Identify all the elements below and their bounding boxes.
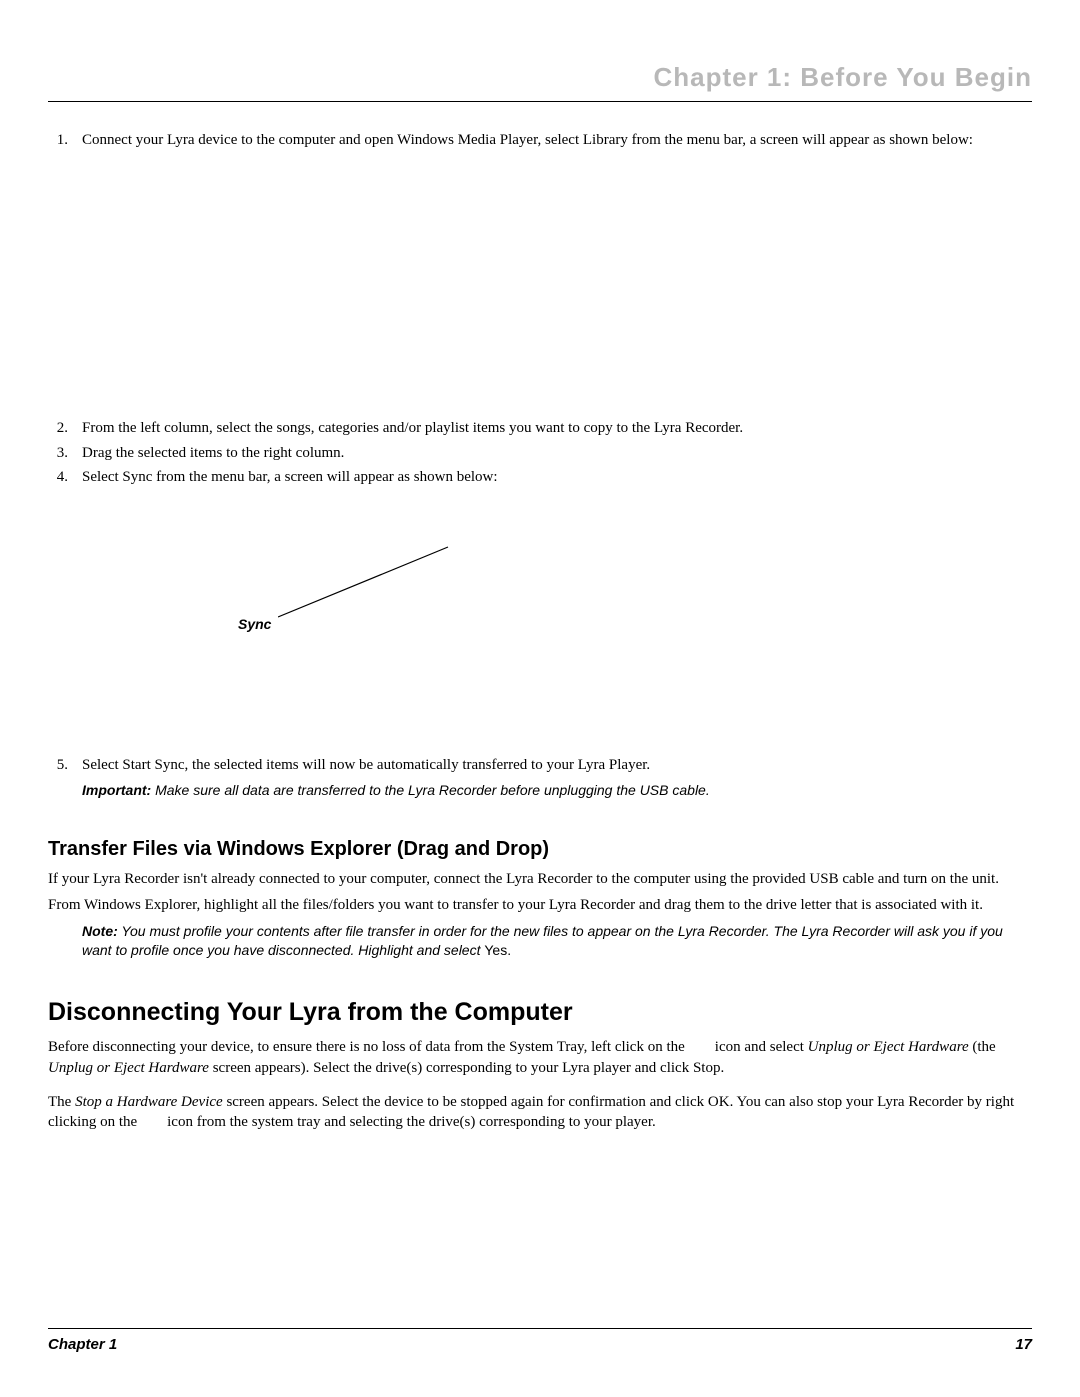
section-heading-transfer: Transfer Files via Windows Explorer (Dra… xyxy=(48,836,1032,863)
figure-placeholder xyxy=(48,154,1032,414)
list-item: 1. Connect your Lyra device to the compu… xyxy=(48,130,1032,150)
list-item: 5. Select Start Sync, the selected items… xyxy=(48,755,1032,775)
step-text: Select Start Sync, the selected items wi… xyxy=(82,755,1032,775)
text-run: screen appears). Select the drive(s) cor… xyxy=(209,1060,724,1076)
step-number: 1. xyxy=(48,130,68,150)
section-heading-disconnect: Disconnecting Your Lyra from the Compute… xyxy=(48,996,1032,1030)
important-label: Important: xyxy=(82,782,151,798)
step-text: Select Sync from the menu bar, a screen … xyxy=(82,467,1032,487)
text-run: The xyxy=(48,1094,75,1110)
body-text: Before disconnecting your device, to ens… xyxy=(48,1037,1032,1078)
italic-term: Unplug or Eject Hardware xyxy=(808,1039,969,1055)
step-list-1: 1. Connect your Lyra device to the compu… xyxy=(48,130,1032,150)
list-item: 3. Drag the selected items to the right … xyxy=(48,443,1032,463)
page-footer: Chapter 1 17 xyxy=(48,1328,1032,1355)
footer-page-number: 17 xyxy=(1015,1335,1032,1355)
italic-term: Unplug or Eject Hardware xyxy=(48,1060,209,1076)
body-text: From Windows Explorer, highlight all the… xyxy=(48,895,1032,915)
list-item: 2. From the left column, select the song… xyxy=(48,418,1032,438)
note-yes: Yes. xyxy=(484,942,511,958)
step-number: 5. xyxy=(48,755,68,775)
manual-page: Chapter 1: Before You Begin 1. Connect y… xyxy=(0,0,1080,1397)
note-label: Note: xyxy=(82,923,118,939)
chapter-header: Chapter 1: Before You Begin xyxy=(48,60,1032,102)
callout-line-icon xyxy=(278,537,478,637)
step-number: 2. xyxy=(48,418,68,438)
note-text: You must profile your contents after fil… xyxy=(82,923,1003,958)
important-note: Important: Make sure all data are transf… xyxy=(82,781,1008,800)
sync-figure: Sync xyxy=(48,507,1032,747)
footer-chapter: Chapter 1 xyxy=(48,1335,117,1355)
step-list-2: 2. From the left column, select the song… xyxy=(48,418,1032,487)
italic-term: Stop a Hardware Device xyxy=(75,1094,223,1110)
step-number: 4. xyxy=(48,467,68,487)
step-text: Connect your Lyra device to the computer… xyxy=(82,130,1032,150)
step-list-3: 5. Select Start Sync, the selected items… xyxy=(48,755,1032,775)
body-text: The Stop a Hardware Device screen appear… xyxy=(48,1092,1032,1133)
step-text: Drag the selected items to the right col… xyxy=(82,443,1032,463)
list-item: 4. Select Sync from the menu bar, a scre… xyxy=(48,467,1032,487)
note-block: Note: You must profile your contents aft… xyxy=(82,922,1008,960)
step-number: 3. xyxy=(48,443,68,463)
body-text: If your Lyra Recorder isn't already conn… xyxy=(48,869,1032,889)
sync-callout-label: Sync xyxy=(238,615,271,634)
step-text: From the left column, select the songs, … xyxy=(82,418,1032,438)
text-run: (the xyxy=(969,1039,996,1055)
important-text: Make sure all data are transferred to th… xyxy=(151,782,710,798)
text-run: Before disconnecting your device, to ens… xyxy=(48,1039,808,1055)
